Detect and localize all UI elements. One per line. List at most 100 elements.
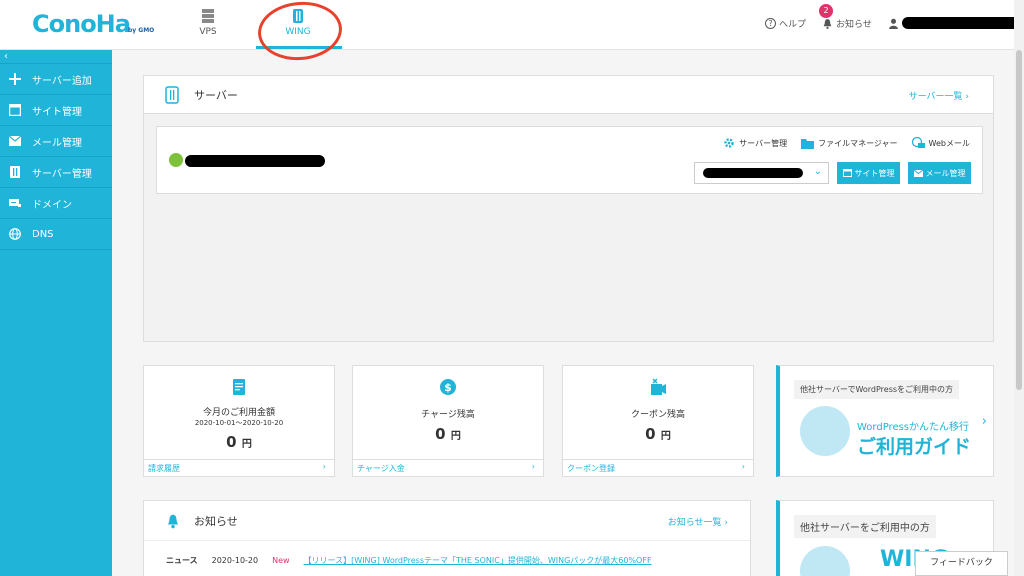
- card-title: 今月のご利用金額: [202, 408, 275, 418]
- charge-balance-card: $ チャージ残高 0 円 チャージ入金 ›: [352, 365, 544, 477]
- scrollbar-thumb[interactable]: [1016, 50, 1022, 390]
- globe-icon: [8, 227, 22, 241]
- dollar-icon: $: [440, 379, 456, 395]
- card-period: 2020-10-01〜2020-10-20: [194, 419, 284, 427]
- news-category: ニュース: [166, 556, 198, 565]
- coupon-balance-card: クーポン残高 0 円 クーポン登録 ›: [562, 365, 754, 477]
- chevron-down-icon: ⌄: [813, 166, 822, 177]
- sidebar-item-label: メール管理: [32, 137, 82, 149]
- mail-management-label: メール管理: [925, 168, 966, 178]
- site-management-label: サイト管理: [854, 168, 895, 178]
- server-rack-icon: [202, 9, 214, 23]
- invoice-icon: [233, 379, 245, 395]
- file-manager-link[interactable]: ファイルマネージャー: [801, 137, 898, 149]
- sidebar-item-label: DNS: [32, 228, 54, 240]
- scrollbar[interactable]: [1014, 0, 1024, 576]
- sidebar-item-domain[interactable]: ドメイン: [0, 188, 112, 219]
- redacted-server-name: [185, 155, 325, 167]
- notice-link[interactable]: お知らせ: [822, 17, 872, 30]
- truck-icon: [800, 546, 850, 576]
- conoha-logo[interactable]: ConoHaby GMO: [32, 10, 154, 38]
- svg-text:$: $: [444, 381, 452, 394]
- bell-icon: [168, 514, 178, 528]
- billing-history-link[interactable]: 請求履歴 ›: [144, 459, 334, 476]
- server-icon: [8, 165, 22, 179]
- gear-icon: [724, 138, 734, 148]
- notification-badge: 2: [819, 4, 833, 18]
- sidebar-item-dns[interactable]: DNS: [0, 219, 112, 250]
- card-title: チャージ残高: [421, 410, 475, 420]
- power-status-icon: [169, 153, 183, 167]
- webmail-icon: [911, 137, 925, 148]
- chevron-right-icon: ›: [531, 462, 535, 471]
- server-management-link[interactable]: サーバー管理: [723, 137, 787, 149]
- banner-label: 他社サーバーをご利用中の方: [794, 515, 936, 538]
- card-title: クーポン残高: [630, 410, 685, 420]
- sidebar-item-site[interactable]: サイト管理: [0, 95, 112, 126]
- sidebar-item-label: サーバー管理: [32, 168, 92, 180]
- plus-icon: [8, 72, 22, 86]
- window-icon: [842, 169, 852, 177]
- tab-vps-label: VPS: [199, 27, 217, 37]
- help-label: ヘルプ: [779, 20, 807, 30]
- redacted-username: [902, 17, 1020, 29]
- sidebar-collapse-button[interactable]: ‹: [0, 50, 112, 64]
- news-item: ニュース 2020-10-20 New 【リリース】[WING] WordPre…: [166, 555, 652, 566]
- mail-icon: [913, 169, 923, 177]
- notice-label: お知らせ: [836, 20, 872, 30]
- card-amount: 0 円: [226, 433, 252, 451]
- chevron-right-icon: ›: [981, 414, 987, 429]
- news-item-link[interactable]: 【リリース】[WING] WordPressテーマ「THE SONIC」提供開始…: [304, 555, 652, 566]
- sidebar-item-mail[interactable]: メール管理: [0, 126, 112, 157]
- sidebar-item-label: サイト管理: [32, 106, 82, 118]
- mail-icon: [8, 134, 22, 148]
- news-header: お知らせ お知らせ一覧 ›: [144, 501, 750, 541]
- sidebar: ‹ サーバー追加 サイト管理 メール管理 サーバー管理 ドメイン DNS: [0, 50, 112, 576]
- sidebar-item-label: ドメイン: [32, 199, 72, 211]
- folder-icon: [801, 138, 815, 149]
- help-link[interactable]: ? ヘルプ: [765, 17, 806, 30]
- tab-vps[interactable]: VPS: [166, 0, 250, 50]
- redacted-select-value: [703, 168, 803, 178]
- wordpress-migration-banner[interactable]: 他社サーバーでWordPressをご利用中の方 WordPressかんたん移行 …: [776, 365, 994, 477]
- help-icon: ?: [765, 18, 776, 29]
- monthly-usage-card: 今月のご利用金額 2020-10-01〜2020-10-20 0 円 請求履歴 ›: [143, 365, 335, 477]
- server-icon: [165, 85, 179, 104]
- news-panel: お知らせ お知らせ一覧 › ニュース 2020-10-20 New 【リリース】…: [143, 500, 751, 576]
- top-bar: ConoHaby GMO VPS WING ? ヘルプ 2 お知らせ: [0, 0, 1024, 64]
- mail-management-button[interactable]: メール管理: [908, 162, 971, 184]
- charge-deposit-link[interactable]: チャージ入金 ›: [353, 459, 543, 476]
- bell-icon: [823, 19, 832, 29]
- server-panel: サーバー サーバー一覧 › サーバー管理 ファイルマネージャー Webメール ⌄…: [143, 75, 994, 342]
- server-list-link[interactable]: サーバー一覧 ›: [909, 89, 969, 102]
- coupon-icon: [651, 378, 666, 395]
- card-amount: 0 円: [645, 425, 671, 443]
- sidebar-item-label: サーバー追加: [32, 75, 92, 87]
- site-management-button[interactable]: サイト管理: [837, 162, 900, 184]
- banner-line1: WordPressかんたん移行: [857, 422, 970, 433]
- server-row: サーバー管理 ファイルマネージャー Webメール ⌄ サイト管理 メール管理: [156, 126, 983, 194]
- window-icon: [8, 103, 22, 117]
- server-panel-header: サーバー サーバー一覧 ›: [144, 76, 993, 114]
- chevron-right-icon: ›: [322, 462, 326, 471]
- webmail-link[interactable]: Webメール: [911, 137, 970, 149]
- domain-icon: [8, 196, 22, 210]
- wordpress-truck-icon: [800, 406, 850, 456]
- chevron-right-icon: ›: [741, 462, 745, 471]
- server-links: サーバー管理 ファイルマネージャー Webメール: [723, 137, 970, 149]
- sidebar-item-add-server[interactable]: サーバー追加: [0, 64, 112, 95]
- card-amount: 0 円: [435, 425, 461, 443]
- server-select[interactable]: ⌄: [694, 162, 829, 184]
- user-icon: [889, 18, 898, 29]
- new-badge: New: [272, 556, 290, 565]
- news-date: 2020-10-20: [211, 556, 259, 565]
- news-list-link[interactable]: お知らせ一覧 ›: [668, 515, 728, 528]
- news-title: お知らせ: [194, 514, 238, 528]
- server-panel-title: サーバー: [194, 88, 238, 102]
- banner-label: 他社サーバーでWordPressをご利用中の方: [794, 380, 960, 399]
- sidebar-item-server[interactable]: サーバー管理: [0, 157, 112, 188]
- banner-line2: ご利用ガイド: [857, 436, 972, 458]
- feedback-button[interactable]: フィードバック: [915, 551, 1008, 576]
- coupon-register-link[interactable]: クーポン登録 ›: [563, 459, 753, 476]
- user-menu[interactable]: [888, 17, 1020, 29]
